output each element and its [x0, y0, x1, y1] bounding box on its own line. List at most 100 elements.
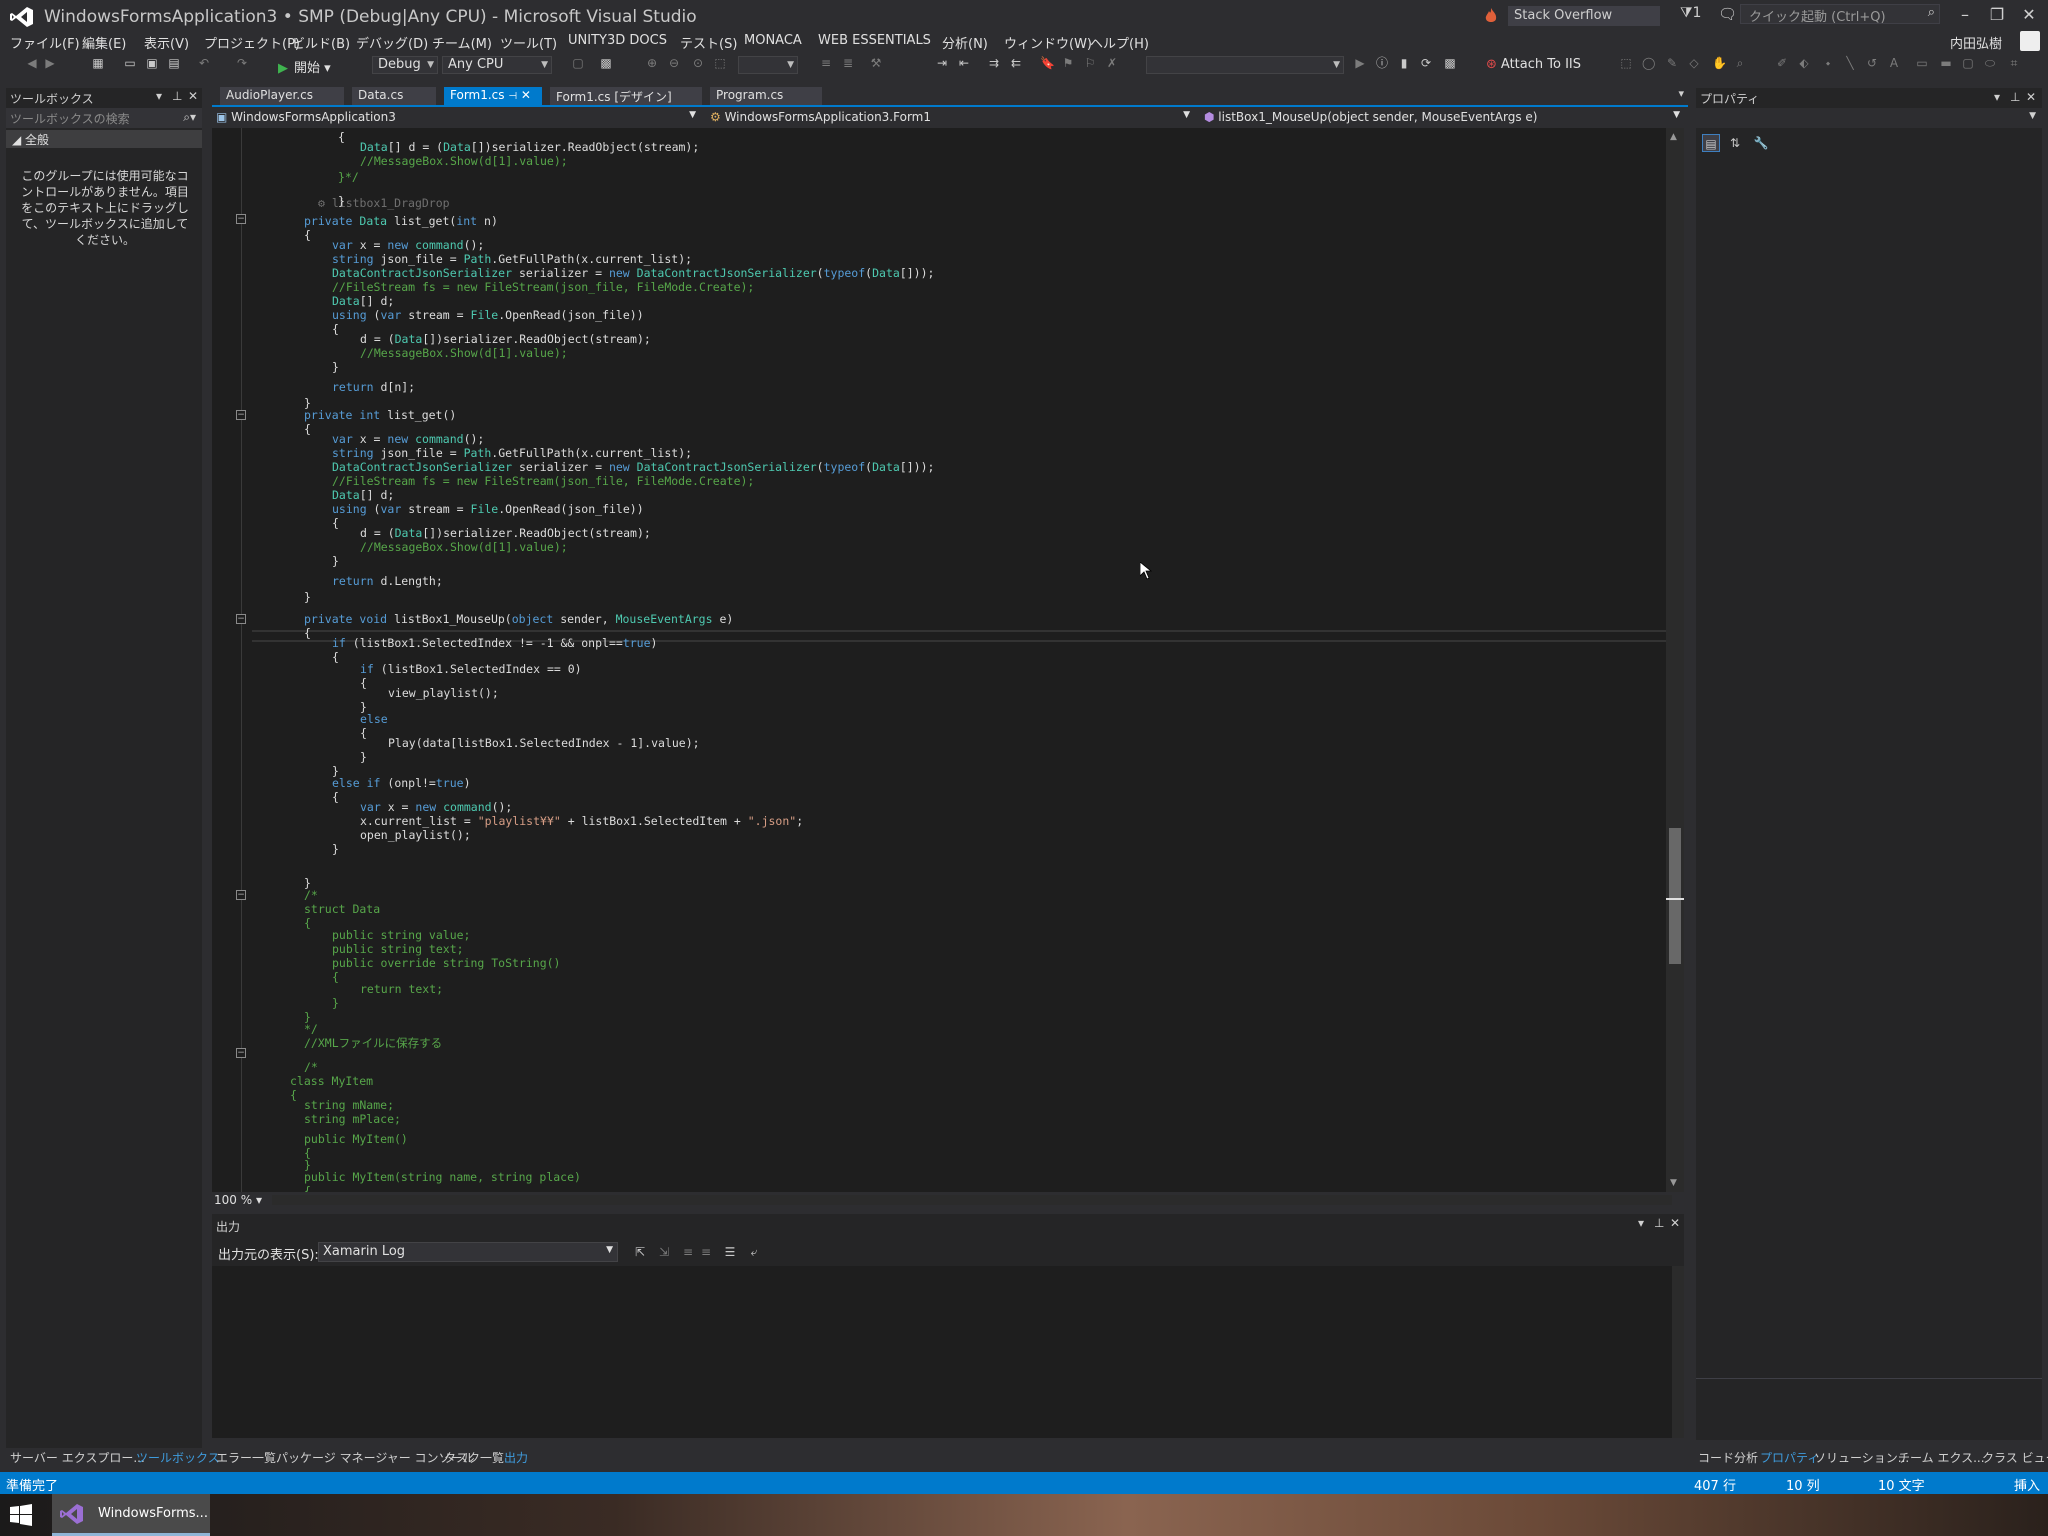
member-dropdown[interactable]: ⬢ listBox1_MouseUp(object sender, MouseE…	[1200, 108, 1686, 128]
tab-form1-design[interactable]: Form1.cs [デザイン]	[550, 87, 702, 105]
crop-icon[interactable]: ⌗	[2008, 57, 2020, 69]
output-scrollbar[interactable]	[1672, 1266, 1684, 1438]
fold-toggle[interactable]: −	[236, 214, 246, 224]
next-message-icon[interactable]: ≡	[700, 1246, 712, 1258]
scroll-up-icon[interactable]: ▲	[1670, 132, 1677, 142]
pin-icon[interactable]: ⊙	[692, 57, 704, 69]
alphabetical-icon[interactable]: ⇅	[1726, 134, 1744, 152]
comment-icon[interactable]: ≡	[820, 57, 832, 69]
class-dropdown[interactable]: ⚙ WindowsFormsApplication3.Form1 ▼	[706, 108, 1196, 128]
prev-bookmark-icon[interactable]: ⚑	[1062, 57, 1074, 69]
close-window-button[interactable]: ✕	[2014, 2, 2044, 28]
attach-to-iis-button[interactable]: ⊛ Attach To IIS	[1486, 57, 1581, 72]
menu-web-essentials[interactable]: WEB ESSENTIALS	[818, 33, 931, 48]
tab-server-explorer[interactable]: サーバー エクスプロー...	[10, 1449, 145, 1466]
eraser-icon[interactable]: ◇	[1688, 57, 1700, 69]
tab-form1[interactable]: Form1.cs ⊣ ✕	[444, 87, 542, 105]
outdent-icon[interactable]: ⇇	[1010, 57, 1022, 69]
curve-icon[interactable]: ↺	[1866, 57, 1878, 69]
restore-button[interactable]: ❐	[1982, 2, 2012, 28]
platform-select[interactable]: Any CPU ▼	[442, 56, 552, 74]
pin-icon[interactable]: ⊥	[1654, 1216, 1664, 1230]
editor-vertical-scrollbar[interactable]: ▲ ▼	[1666, 128, 1684, 1192]
fold-toggle[interactable]: −	[236, 410, 246, 420]
close-tab-icon[interactable]: ✕	[521, 88, 531, 102]
menu-tools[interactable]: ツール(T)	[500, 33, 557, 52]
editor-horizontal-scrollbar[interactable]	[272, 1195, 1672, 1205]
search-icon[interactable]: ⌕	[1928, 5, 1935, 20]
prev-message-icon[interactable]: ≡	[682, 1246, 694, 1258]
toolbox-group-general[interactable]: ◢ 全般	[6, 130, 202, 148]
rounded-rect-icon[interactable]: ▢	[1962, 57, 1974, 69]
taskbar-visual-studio[interactable]: WindowsForms...	[52, 1494, 210, 1536]
tab-audioplayer[interactable]: AudioPlayer.cs	[220, 87, 344, 105]
indent-icon[interactable]: ⇉	[988, 57, 1000, 69]
image-icon[interactable]: ▩	[1444, 57, 1456, 69]
tab-team-explorer[interactable]: チーム エクス...	[1898, 1449, 1985, 1466]
pin-icon[interactable]: ⊣	[508, 91, 517, 102]
tab-properties[interactable]: プロパティ	[1760, 1449, 1819, 1466]
tab-toolbox[interactable]: ツールボックス	[136, 1449, 220, 1466]
notification-filter[interactable]: ⧩1	[1680, 5, 1701, 21]
back-icon[interactable]: ◀	[26, 57, 38, 69]
avatar[interactable]	[2020, 31, 2040, 51]
feedback-icon[interactable]: 🗨	[1718, 5, 1737, 23]
pencil-icon[interactable]: ✎	[1666, 57, 1678, 69]
rect-filled-icon[interactable]: ▬	[1940, 57, 1952, 69]
tab-program[interactable]: Program.cs	[710, 87, 822, 105]
property-pages-icon[interactable]: 🔧	[1752, 134, 1770, 152]
text-icon[interactable]: A	[1888, 57, 1900, 69]
uncomment-icon[interactable]: ≣	[842, 57, 854, 69]
clear-bookmark-icon[interactable]: ✗	[1106, 57, 1118, 69]
layout-icon[interactable]: ⬚	[1620, 57, 1632, 69]
dropper-icon[interactable]: ⬩	[1822, 57, 1834, 69]
close-icon[interactable]: ✕	[2026, 90, 2036, 104]
menu-unity3d-docs[interactable]: UNITY3D DOCS	[568, 33, 667, 48]
code-editor[interactable]: − − − − − ⚙ listbox1_DragDrop {Data[] d …	[212, 128, 1666, 1192]
project-dropdown[interactable]: ▣ WindowsFormsApplication3 ▼	[212, 108, 702, 128]
pin-icon[interactable]: ⊥	[2010, 90, 2020, 104]
menu-file[interactable]: ファイル(F)	[10, 33, 80, 52]
menu-debug[interactable]: デバッグ(D)	[356, 33, 428, 52]
user-name[interactable]: 内田弘樹	[1950, 33, 2002, 52]
quick-launch-input[interactable]: クイック起動 (Ctrl+Q) ⌕	[1740, 4, 1940, 25]
find-message-icon[interactable]: ⇲	[658, 1246, 670, 1258]
run-icon[interactable]: ▶	[1354, 57, 1366, 69]
panel-menu-icon[interactable]: ▾	[156, 89, 162, 103]
rect-icon[interactable]: ▭	[1916, 57, 1928, 69]
start-debug-button[interactable]: ▶ 開始 ▾	[278, 57, 331, 76]
magnify-icon[interactable]: ⌕	[1734, 57, 1746, 69]
line-icon[interactable]: ╲	[1844, 57, 1856, 69]
menu-window[interactable]: ウィンドウ(W)	[1004, 33, 1092, 52]
tab-class-view[interactable]: クラス ビュー	[1982, 1449, 2048, 1466]
select-icon[interactable]: ⬚	[714, 57, 726, 69]
toolbar-icon[interactable]: ▢	[572, 57, 584, 69]
menu-build[interactable]: ビルド(B)	[292, 33, 350, 52]
categorized-icon[interactable]: ▤	[1702, 134, 1720, 152]
scroll-down-icon[interactable]: ▼	[1670, 1178, 1677, 1188]
bookmark-icon[interactable]: 🔖	[1040, 57, 1055, 69]
sync-icon[interactable]: ⟳	[1420, 57, 1432, 69]
pin-icon[interactable]: ⊥	[172, 89, 182, 103]
tab-error-list[interactable]: エラー一覧	[216, 1449, 276, 1466]
hand-icon[interactable]: ✋	[1712, 57, 1727, 69]
notification-flame-icon[interactable]	[1484, 8, 1498, 24]
scrollbar-thumb[interactable]	[1669, 828, 1681, 964]
undo-icon[interactable]: ↶	[198, 57, 210, 69]
menu-analyze[interactable]: 分析(N)	[942, 33, 988, 52]
find-in-files-icon[interactable]: ▩	[600, 57, 612, 69]
word-wrap-icon[interactable]: ⤶	[748, 1246, 760, 1258]
menu-help[interactable]: ヘルプ(H)	[1090, 33, 1149, 52]
go-to-location-icon[interactable]: ⇱	[634, 1246, 646, 1258]
tab-output[interactable]: 出力	[504, 1449, 528, 1466]
tab-code-analysis[interactable]: コード分析	[1698, 1449, 1758, 1466]
panel-menu-icon[interactable]: ▾	[1638, 1216, 1644, 1230]
menu-test[interactable]: テスト(S)	[680, 33, 737, 52]
toolbox-search-input[interactable]: ツールボックスの検索 ⌕▾	[6, 108, 202, 128]
windows-start-icon[interactable]	[10, 1504, 32, 1526]
properties-object-select[interactable]: ▼	[1696, 108, 2042, 128]
search-combo[interactable]: ▼	[1146, 56, 1344, 74]
zoom-in-icon[interactable]: ⊕	[646, 57, 658, 69]
save-icon[interactable]: ▣	[146, 57, 158, 69]
fold-toggle[interactable]: −	[236, 1048, 246, 1058]
